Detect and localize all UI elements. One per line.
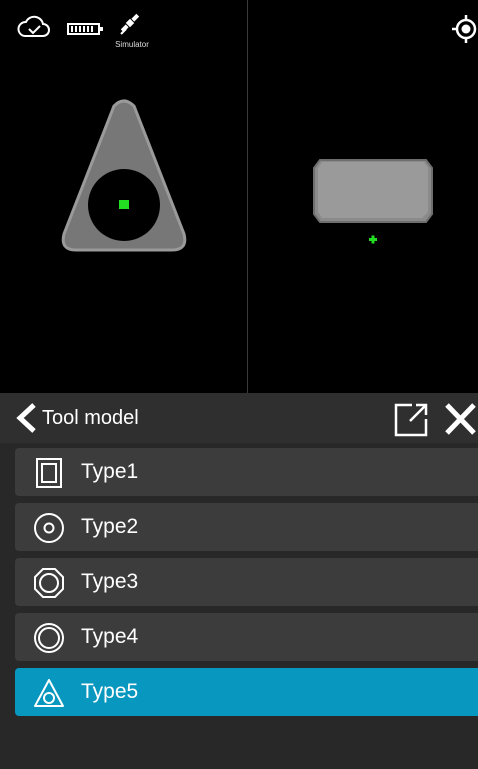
- cloud-check-icon: [17, 15, 50, 37]
- list-item-label: Type2: [81, 515, 139, 538]
- triangle-ring-icon: [34, 679, 64, 707]
- target-locate-icon[interactable]: [451, 14, 478, 44]
- satellite-icon: [120, 13, 140, 35]
- panel-header: Tool model: [0, 393, 478, 443]
- list-item-type1[interactable]: Type1: [15, 448, 478, 496]
- tool-side-view: [313, 159, 433, 244]
- list-item-type5[interactable]: Type5: [15, 668, 478, 716]
- list-item-label: Type5: [81, 680, 139, 703]
- list-item-label: Type3: [81, 570, 139, 593]
- list-item-type2[interactable]: Type2: [15, 503, 478, 551]
- battery-icon: [67, 23, 103, 35]
- double-circle-icon: [34, 623, 64, 653]
- tool-top-view: [61, 99, 187, 252]
- close-icon[interactable]: [443, 401, 478, 437]
- list-item-type4[interactable]: Type4: [15, 613, 478, 661]
- satellite-label: Simulator: [115, 40, 149, 49]
- list-item-label: Type1: [81, 460, 139, 483]
- square-frame-icon: [36, 458, 62, 488]
- external-window-icon[interactable]: [392, 401, 430, 437]
- viewport-divider: [247, 0, 248, 393]
- tool-viewport[interactable]: Simulator: [0, 0, 478, 393]
- panel-title: Tool model: [42, 407, 139, 429]
- list-item-label: Type4: [81, 625, 139, 648]
- octagon-ring-icon: [34, 568, 64, 598]
- chevron-left-icon[interactable]: [14, 402, 40, 434]
- circle-ring-icon: [34, 513, 64, 543]
- tool-model-panel: Tool model Type1 Type2 Type3 Type4 Type5: [0, 393, 478, 769]
- list-item-type3[interactable]: Type3: [15, 558, 478, 606]
